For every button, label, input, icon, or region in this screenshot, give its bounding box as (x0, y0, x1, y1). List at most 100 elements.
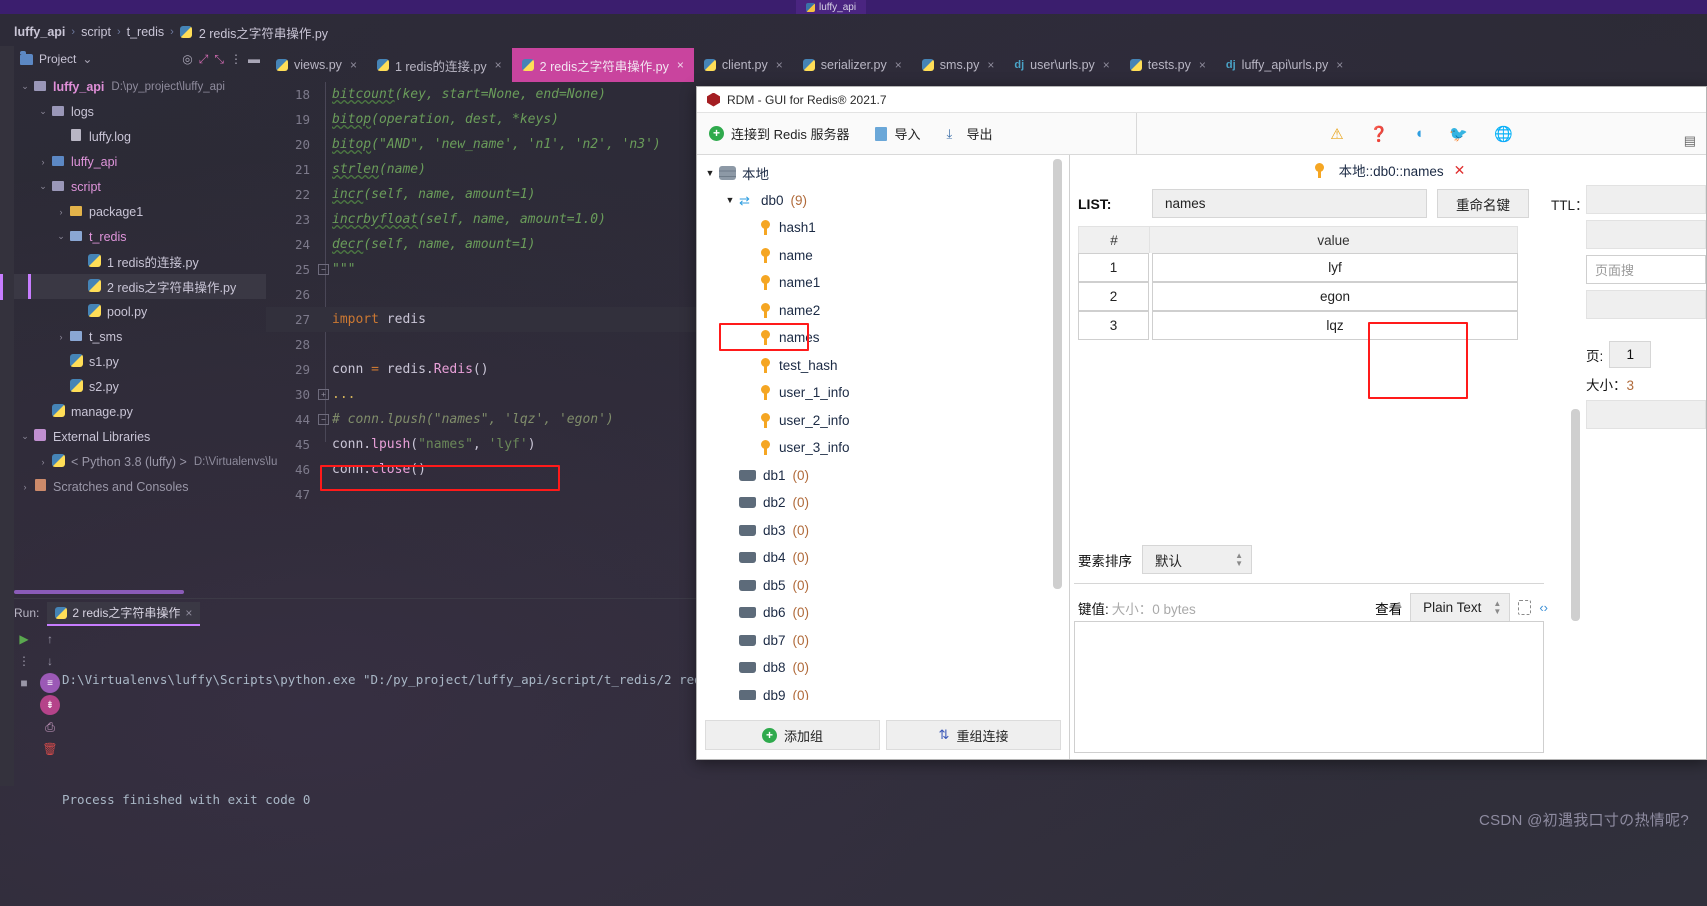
code-line[interactable]: 23 incrbyfloat(self, name, amount=1.0) (266, 207, 698, 232)
soft-wrap-icon[interactable]: ≡ (40, 672, 60, 694)
add-group-button[interactable]: + 添加组 (705, 720, 880, 750)
help-icon[interactable]: ❓ (1370, 125, 1389, 143)
target-icon[interactable]: ◎ (182, 52, 192, 66)
redis-key-tree-item[interactable]: user_3_info (697, 434, 1069, 462)
chevron-right-icon[interactable]: › (18, 482, 32, 492)
editor-tab[interactable]: dj user\urls.py × (1004, 48, 1119, 82)
telegram-icon[interactable]: ◖ (1414, 125, 1423, 142)
key-name-input[interactable]: names (1152, 189, 1427, 218)
import-button[interactable]: 导入 (875, 124, 920, 143)
redis-key-tree-item[interactable]: db6 (0) (697, 599, 1069, 627)
page-search-input[interactable]: 页面搜 (1586, 255, 1706, 284)
project-tree-item[interactable]: ⌄ logs (14, 99, 266, 124)
run-toolbar[interactable]: ▶ ⋮ ■ ↑ ↓ ≡ ⇟ ⎙ 🗑 (14, 628, 60, 760)
redis-key-tree-item[interactable]: test_hash (697, 352, 1069, 380)
chevron-down-icon[interactable]: ⌄ (18, 81, 32, 92)
code-line[interactable]: 26 (266, 282, 698, 307)
code-line[interactable]: 30 +... (266, 382, 698, 407)
redis-key-tree-item[interactable]: name (697, 242, 1069, 270)
breadcrumb-item-1[interactable]: script (81, 25, 111, 39)
editor-tab[interactable]: 2 redis之字符串操作.py × (511, 48, 694, 82)
editor-tab[interactable]: tests.py × (1120, 48, 1216, 82)
reconnect-button[interactable]: ⇅ 重组连接 (886, 720, 1061, 750)
project-tree-item[interactable]: ⌄ script (14, 174, 266, 199)
close-icon[interactable]: ✕ (1454, 162, 1466, 179)
scroll-to-end-icon[interactable]: ⇟ (40, 694, 60, 716)
code-fold-icon[interactable]: − (318, 264, 329, 275)
twitter-icon[interactable]: 🐦 (1449, 125, 1468, 143)
code-line[interactable]: 24 decr(self, name, amount=1) (266, 232, 698, 257)
redis-key-tree-item[interactable]: db4 (0) (697, 544, 1069, 572)
breadcrumb-item-0[interactable]: luffy_api (14, 25, 65, 39)
redis-key-tree-item[interactable]: db8 (0) (697, 654, 1069, 682)
rdm-window[interactable]: RDM - GUI for Redis® 2021.7 + 连接到 Redis … (696, 86, 1707, 760)
close-icon[interactable]: × (895, 58, 902, 72)
value-editor-textarea[interactable] (1074, 621, 1544, 753)
redis-key-tree-item[interactable]: hash1 (697, 214, 1069, 242)
chevron-down-icon[interactable]: ▼ (703, 168, 717, 178)
value-table-scrollbar[interactable] (1571, 409, 1580, 621)
project-tree-item[interactable]: manage.py (14, 399, 266, 424)
redis-key-tree[interactable]: ▼ 本地 ▼ ⇄ db0 (9) hash1 name name1 name2 names test_… (697, 155, 1070, 759)
close-icon[interactable]: × (185, 606, 192, 620)
sort-select[interactable]: 默认 ▲ ▼ (1142, 545, 1252, 574)
code-fold-icon[interactable]: + (318, 389, 329, 400)
close-icon[interactable]: × (1336, 58, 1343, 72)
project-tree-item[interactable]: pool.py (14, 299, 266, 324)
globe-icon[interactable]: 🌐 (1494, 125, 1513, 143)
more-options-icon[interactable]: ⋮ (14, 650, 34, 672)
code-line[interactable]: 27 import redis (266, 307, 698, 332)
chevron-right-icon[interactable]: › (36, 157, 50, 167)
horizontal-scrollbar[interactable] (14, 590, 184, 594)
panel-toggle-icon[interactable]: ▤ (1684, 133, 1696, 149)
chevron-down-icon[interactable]: ⌄ (82, 52, 92, 66)
code-line[interactable]: 21 strlen(name) (266, 157, 698, 182)
code-format-icon[interactable]: ‹› (1539, 600, 1548, 615)
chevron-down-icon[interactable]: ▼ (723, 195, 737, 205)
close-icon[interactable]: × (1199, 58, 1206, 72)
stop-icon[interactable]: ■ (14, 672, 34, 694)
code-editor[interactable]: 18 bitcount(key, start=None, end=None) 19 b… (266, 82, 698, 598)
project-tree-item[interactable]: › < Python 3.8 (luffy) > D:\Virtualenvs\lu (14, 449, 277, 474)
more-options-icon[interactable]: ⋮ (230, 52, 242, 66)
view-format-select[interactable]: Plain Text ▲ ▼ (1410, 593, 1511, 622)
project-tree-item[interactable]: ⌄ External Libraries (14, 424, 266, 449)
value-table-row[interactable]: 1 lyf (1078, 253, 1518, 282)
chevron-right-icon[interactable]: › (36, 457, 50, 467)
code-line[interactable]: 29 conn = redis.Redis() (266, 357, 698, 382)
code-line[interactable]: 22 incr(self, name, amount=1) (266, 182, 698, 207)
code-line[interactable]: 25− """ (266, 257, 698, 282)
value-table-row[interactable]: 2 egon (1078, 282, 1518, 311)
editor-tab[interactable]: sms.py × (912, 48, 1005, 82)
redis-key-tree-item[interactable]: db7 (0) (697, 627, 1069, 655)
editor-tab-bar[interactable]: views.py × 1 redis的连接.py × 2 redis之字符串操作.py ×… (266, 48, 1353, 82)
scroll-down-icon[interactable]: ↓ (40, 650, 60, 672)
left-tool-strip[interactable]: GideaBrowser DB Browser Project Pull Req… (0, 46, 14, 786)
project-tree-item[interactable]: s1.py (14, 349, 266, 374)
redis-key-tree-item[interactable]: ▼ ⇄ db0 (9) (697, 187, 1069, 215)
value-panel[interactable]: 本地::db0::names ✕ LIST: names 重命名键 TTL： #… (1070, 155, 1706, 759)
code-fold-icon[interactable]: − (318, 414, 329, 425)
project-tree-item[interactable]: 1 redis的连接.py (14, 249, 266, 274)
aux-box-3[interactable] (1586, 400, 1706, 429)
redis-key-tree-item[interactable]: name2 (697, 297, 1069, 325)
print-icon[interactable]: ⎙ (40, 716, 60, 738)
code-line[interactable]: 20 bitop("AND", 'new_name', 'n1', 'n2', '… (266, 132, 698, 157)
editor-tab[interactable]: client.py × (694, 48, 793, 82)
rerun-icon[interactable]: ▶ (14, 628, 34, 650)
redis-key-tree-item[interactable]: name1 (697, 269, 1069, 297)
redis-key-tree-item[interactable]: db1 (0) (697, 462, 1069, 490)
close-icon[interactable]: × (987, 58, 994, 72)
redis-key-tree-item[interactable]: db5 (0) (697, 572, 1069, 600)
project-tree-item[interactable]: ⌄ t_redis (14, 224, 266, 249)
editor-tab[interactable]: serializer.py × (793, 48, 912, 82)
project-tree-item[interactable]: 2 redis之字符串操作.py (14, 274, 266, 299)
delete-icon[interactable]: 🗑 (40, 738, 60, 760)
editor-tab[interactable]: 1 redis的连接.py × (367, 48, 512, 82)
connect-redis-button[interactable]: + 连接到 Redis 服务器 (709, 124, 849, 143)
project-tree-item[interactable]: › package1 (14, 199, 266, 224)
editor-tab[interactable]: views.py × (266, 48, 367, 82)
code-line[interactable]: 44− # conn.lpush("names", 'lqz', 'egon') (266, 407, 698, 432)
value-panel-tab[interactable]: 本地::db0::names ✕ (1070, 155, 1706, 185)
rdm-toolbar[interactable]: + 连接到 Redis 服务器 导入 ⤓ 导出 ⚠ ❓ ◖ 🐦 🌐 ▤ (697, 113, 1706, 155)
